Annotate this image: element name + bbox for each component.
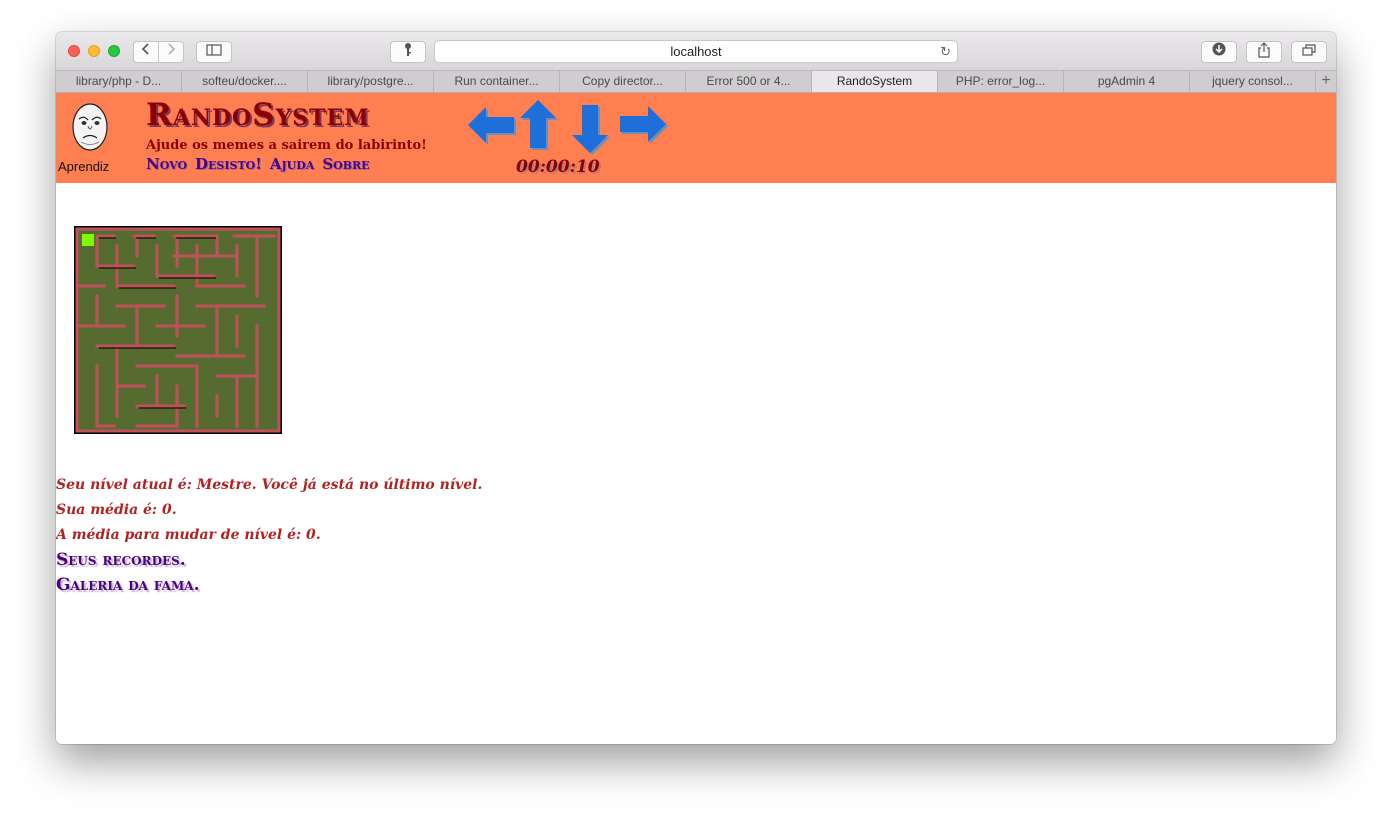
tabs-icon	[1302, 44, 1316, 56]
passwords-button[interactable]	[390, 41, 426, 63]
share-button[interactable]	[1246, 41, 1282, 63]
arrow-up-button[interactable]	[516, 98, 560, 150]
tab-overview-button[interactable]	[1291, 41, 1327, 63]
url-text: localhost	[670, 44, 722, 59]
browser-window: localhost ↻ library/php - D... softeu/do…	[56, 32, 1336, 744]
minimize-window-button[interactable]	[88, 45, 100, 57]
menu-give-up[interactable]: Desisto!	[195, 155, 262, 173]
arrow-left-button[interactable]	[466, 103, 516, 147]
download-icon	[1212, 42, 1226, 56]
forward-button[interactable]	[158, 41, 184, 63]
level-change-text: A média para mudar de nível é: 0.	[56, 527, 321, 543]
average-text: Sua média é: 0.	[56, 502, 177, 518]
main-menu: Novo Desisto! Ajuda Sobre	[146, 155, 370, 173]
tab[interactable]: Run container...	[434, 71, 560, 92]
hall-of-fame-link[interactable]: Galeria da fama.	[56, 573, 482, 598]
sidebar-toggle-button[interactable]	[196, 41, 232, 63]
chevron-right-icon	[168, 43, 176, 55]
stats-panel: Seu nível atual é: Mestre. Você já está …	[56, 473, 482, 598]
current-level-text: Seu nível atual é: Mestre. Você já está …	[56, 477, 483, 493]
menu-help[interactable]: Ajuda	[270, 155, 315, 173]
menu-about[interactable]: Sobre	[322, 155, 369, 173]
tab[interactable]: library/postgre...	[308, 71, 434, 92]
sidebar-icon	[206, 44, 222, 56]
address-bar[interactable]: localhost ↻	[434, 40, 958, 63]
tab[interactable]: PHP: error_log...	[938, 71, 1064, 92]
tab[interactable]: library/php - D...	[56, 71, 182, 92]
site-subtitle: Ajude os memes a sairem do labirinto!	[146, 138, 427, 153]
arrow-right-button[interactable]	[618, 102, 670, 148]
back-button[interactable]	[133, 41, 159, 63]
new-tab-button[interactable]: +	[1316, 71, 1336, 92]
records-link[interactable]: Seus recordes.	[56, 548, 482, 573]
tab[interactable]: jquery consol...	[1190, 71, 1316, 92]
tab-bar: library/php - D... softeu/docker.... lib…	[56, 70, 1336, 93]
close-window-button[interactable]	[68, 45, 80, 57]
chevron-left-icon	[141, 43, 149, 55]
maze-board[interactable]	[74, 226, 282, 434]
page-content: Aprendiz RandoSystem Ajude os memes a sa…	[56, 93, 1336, 744]
key-icon	[405, 43, 411, 56]
site-title: RandoSystem	[146, 97, 370, 133]
tab[interactable]: Error 500 or 4...	[686, 71, 812, 92]
title-bar: localhost ↻	[56, 32, 1336, 70]
tab[interactable]: pgAdmin 4	[1064, 71, 1190, 92]
arrow-down-button[interactable]	[568, 103, 612, 155]
menu-new[interactable]: Novo	[146, 155, 187, 173]
meme-face-icon	[72, 103, 108, 151]
reload-icon[interactable]: ↻	[940, 41, 951, 62]
game-timer: 00:00:10	[516, 157, 600, 177]
player-level-label: Aprendiz	[58, 159, 110, 174]
maximize-window-button[interactable]	[108, 45, 120, 57]
site-header: Aprendiz RandoSystem Ajude os memes a sa…	[56, 93, 1336, 183]
tab-active[interactable]: RandoSystem	[812, 71, 938, 92]
share-icon	[1258, 42, 1270, 58]
downloads-button[interactable]	[1201, 41, 1237, 63]
tab[interactable]: Copy director...	[560, 71, 686, 92]
tab[interactable]: softeu/docker....	[182, 71, 308, 92]
player-marker	[82, 234, 94, 246]
